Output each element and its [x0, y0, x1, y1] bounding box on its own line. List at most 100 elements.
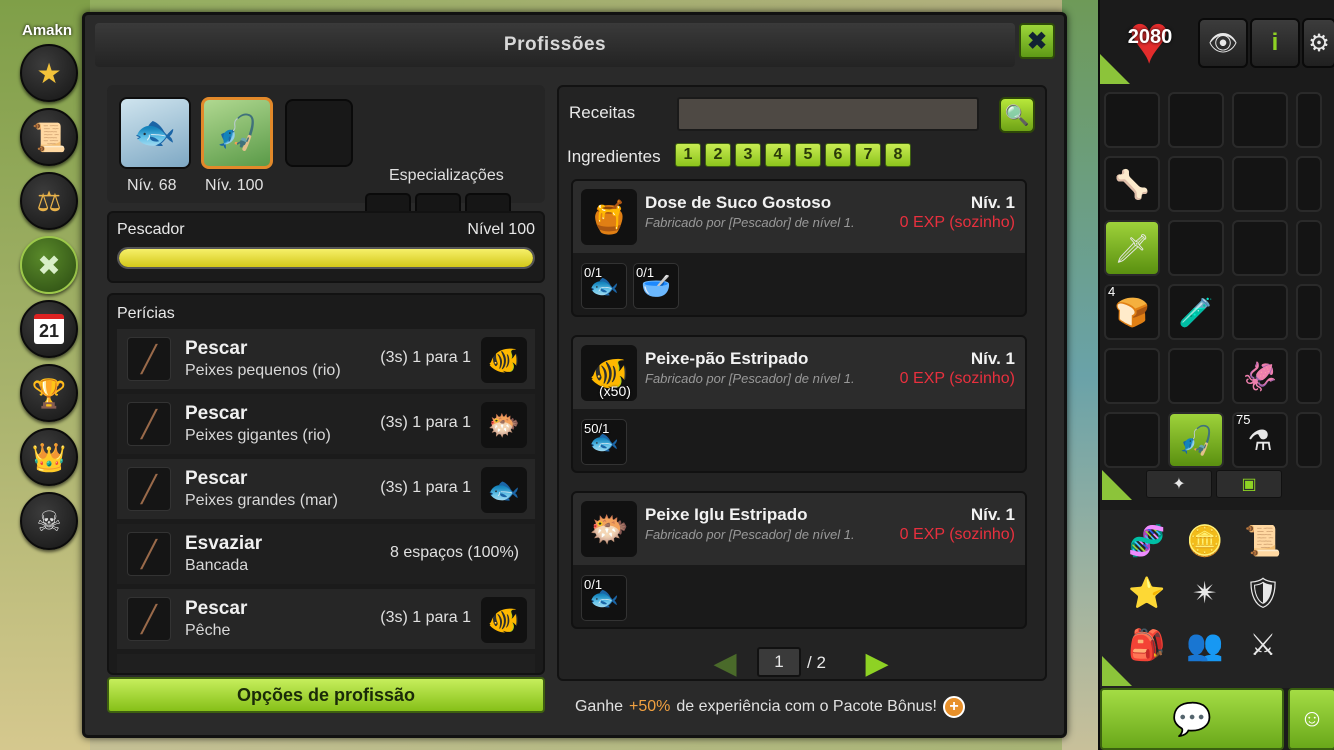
previous-page-button[interactable]: ◀ — [709, 646, 741, 680]
compass-icon[interactable]: ✴ — [1180, 568, 1230, 618]
profession-fishing-slot[interactable]: 🎣 — [201, 97, 273, 169]
ingredient-filter-6[interactable]: 6 — [825, 143, 851, 167]
skill-row[interactable]: ╱ Pescar Peixes gigantes (rio) (3s) 1 pa… — [117, 394, 535, 454]
ingredient-count: 50/1 — [584, 421, 610, 436]
inventory-slot[interactable]: 75 ⚗ — [1232, 412, 1288, 468]
recipe-card[interactable]: 🐡 Peixe Iglu Estripado Fabricado por [Pe… — [571, 491, 1027, 629]
star-wand-icon[interactable]: ★ — [20, 44, 78, 102]
ingredient-slot[interactable]: 0/1 🐟 — [581, 263, 627, 309]
calendar-icon[interactable]: 21 — [20, 300, 78, 358]
inventory-slot[interactable] — [1232, 220, 1288, 276]
ingredient-filter-4[interactable]: 4 — [765, 143, 791, 167]
inventory-slot[interactable]: 🗡 — [1104, 220, 1160, 276]
tab-equipment[interactable]: ✦ — [1146, 470, 1212, 498]
info-button[interactable]: i — [1250, 18, 1300, 68]
shield-icon[interactable]: 🛡 — [1238, 568, 1288, 618]
tab-bag[interactable]: ▣ — [1216, 470, 1282, 498]
crossed-swords-icon[interactable]: ⚔ — [1238, 620, 1288, 670]
profession-level: Nív. 68 — [127, 177, 177, 194]
recipe-card[interactable]: 🐠 (x50) Peixe-pão Estripado Fabricado po… — [571, 335, 1027, 473]
inventory-slot[interactable]: 🦴 — [1104, 156, 1160, 212]
health-points: 2080 — [1127, 26, 1173, 48]
recipe-header: 🐡 Peixe Iglu Estripado Fabricado por [Pe… — [573, 493, 1025, 565]
trophy-icon[interactable]: 🏆 — [20, 364, 78, 422]
settings-button[interactable]: ⚙ — [1302, 18, 1334, 68]
fishing-rod-icon: 🎣 — [215, 114, 259, 152]
ingredient-slot[interactable]: 0/1 🐟 — [581, 575, 627, 621]
dna-icon[interactable]: 🧬 — [1122, 516, 1172, 566]
inventory-slot-partial[interactable] — [1296, 412, 1322, 468]
search-icon: 🔍 — [1004, 104, 1030, 127]
inventory-slot-partial[interactable] — [1296, 348, 1322, 404]
inventory-slot[interactable] — [1104, 348, 1160, 404]
profession-level: Nív. 100 — [205, 177, 264, 194]
horned-helmet-icon[interactable]: ☠ — [20, 492, 78, 550]
recipe-exp: 0 EXP (sozinho) — [899, 370, 1015, 387]
chat-bubble-icon: 💬 — [1172, 701, 1212, 737]
inventory-slot[interactable] — [1104, 412, 1160, 468]
scroll-icon[interactable]: 📜 — [20, 108, 78, 166]
inventory-slot[interactable]: 🎣 — [1168, 412, 1224, 468]
inventory-slot-partial[interactable] — [1296, 156, 1322, 212]
skill-name: Pescar — [185, 403, 248, 424]
inventory-slot[interactable]: 4 🍞 — [1104, 284, 1160, 340]
eye-button[interactable]: 👁 — [1198, 18, 1248, 68]
inventory-slot-partial[interactable] — [1296, 284, 1322, 340]
profession-options-button[interactable]: Opções de profissão — [107, 677, 545, 713]
ingredient-slot[interactable]: 0/1 🥣 — [633, 263, 679, 309]
skills-title: Perícias — [117, 305, 175, 322]
inventory-slot-partial[interactable] — [1296, 92, 1322, 148]
experience-bar-fill — [119, 249, 533, 267]
page-number-input[interactable]: 1 — [757, 647, 801, 677]
inventory-slot[interactable]: 🦑 — [1232, 348, 1288, 404]
inventory-slot[interactable] — [1232, 284, 1288, 340]
ingredient-slot[interactable]: 50/1 🐟 — [581, 419, 627, 465]
inventory-slot[interactable] — [1168, 156, 1224, 212]
ingredient-filter-5[interactable]: 5 — [795, 143, 821, 167]
profession-fisherman-slot[interactable]: 🐟 — [119, 97, 191, 169]
ingredient-filter-7[interactable]: 7 — [855, 143, 881, 167]
search-button[interactable]: 🔍 — [999, 97, 1035, 133]
right-hud: ♥ 2080 👁 i ⚙ 🦴 🗡 4 🍞 🧪 🦑 🎣 75 ⚗ ✦ ▣ 🧬 🪙 … — [1098, 0, 1334, 750]
ingredient-filter-1[interactable]: 1 — [675, 143, 701, 167]
recipes-panel: Receitas 🔍 Ingredientes 1 2 3 4 5 6 7 8 … — [557, 85, 1047, 681]
inventory-slot[interactable] — [1168, 220, 1224, 276]
scales-icon[interactable]: ⚖ — [20, 172, 78, 230]
ingredient-filter-8[interactable]: 8 — [885, 143, 911, 167]
skill-row[interactable]: ╱ Pescar Peixes grandes (mar) (3s) 1 par… — [117, 459, 535, 519]
emote-button[interactable]: ☺ — [1288, 688, 1334, 750]
eye-icon: 👁 — [1207, 29, 1239, 57]
inventory-slot[interactable] — [1232, 92, 1288, 148]
skill-row[interactable]: ╱ Pescar Peixes pequenos (rio) (3s) 1 pa… — [117, 329, 535, 389]
next-page-button[interactable]: ▶ — [861, 647, 893, 680]
inventory-slot[interactable] — [1168, 348, 1224, 404]
inventory-slot-partial[interactable] — [1296, 220, 1322, 276]
scroll-icon[interactable]: 📜 — [1238, 516, 1288, 566]
skill-row[interactable]: ╱ Esvaziar Bancada 8 espaços (100%) — [117, 524, 535, 584]
close-button[interactable]: ✖ — [1019, 23, 1055, 59]
ingredient-filter-2[interactable]: 2 — [705, 143, 731, 167]
recipe-card[interactable]: 🍯 Dose de Suco Gostoso Fabricado por [Pe… — [571, 179, 1027, 317]
friends-icon[interactable]: 👥 — [1180, 620, 1230, 670]
settings-icon: ⚙ — [1308, 29, 1330, 57]
inventory-slot[interactable]: 🧪 — [1168, 284, 1224, 340]
window-titlebar[interactable]: Profissões — [95, 23, 1015, 67]
chat-button[interactable]: 💬 — [1100, 688, 1284, 750]
professions-window: Profissões ✖ 🐟 Nív. 68 🎣 Nív. 100 Especi… — [82, 12, 1067, 738]
inventory-slot[interactable] — [1232, 156, 1288, 212]
recipe-search-input[interactable] — [677, 97, 979, 131]
profession-empty-slot[interactable] — [285, 99, 353, 167]
star-wand-icon[interactable]: ⭐ — [1122, 568, 1172, 618]
ingredient-filter-3[interactable]: 3 — [735, 143, 761, 167]
arrow-left-icon: ◀ — [713, 646, 737, 680]
coin-icon[interactable]: 🪙 — [1180, 516, 1230, 566]
plus-icon[interactable]: + — [943, 696, 965, 718]
skill-row[interactable]: ╱ Pescar Pêche (3s) 1 para 1 🐠 — [117, 589, 535, 649]
window-title: Profissões — [503, 34, 607, 55]
item-count: 4 — [1108, 284, 1116, 299]
crown-icon[interactable]: 👑 — [20, 428, 78, 486]
inventory-slot[interactable] — [1104, 92, 1160, 148]
skill-row-partial[interactable] — [117, 654, 535, 673]
inventory-slot[interactable] — [1168, 92, 1224, 148]
crossed-tools-icon[interactable]: ✖ — [20, 236, 78, 294]
